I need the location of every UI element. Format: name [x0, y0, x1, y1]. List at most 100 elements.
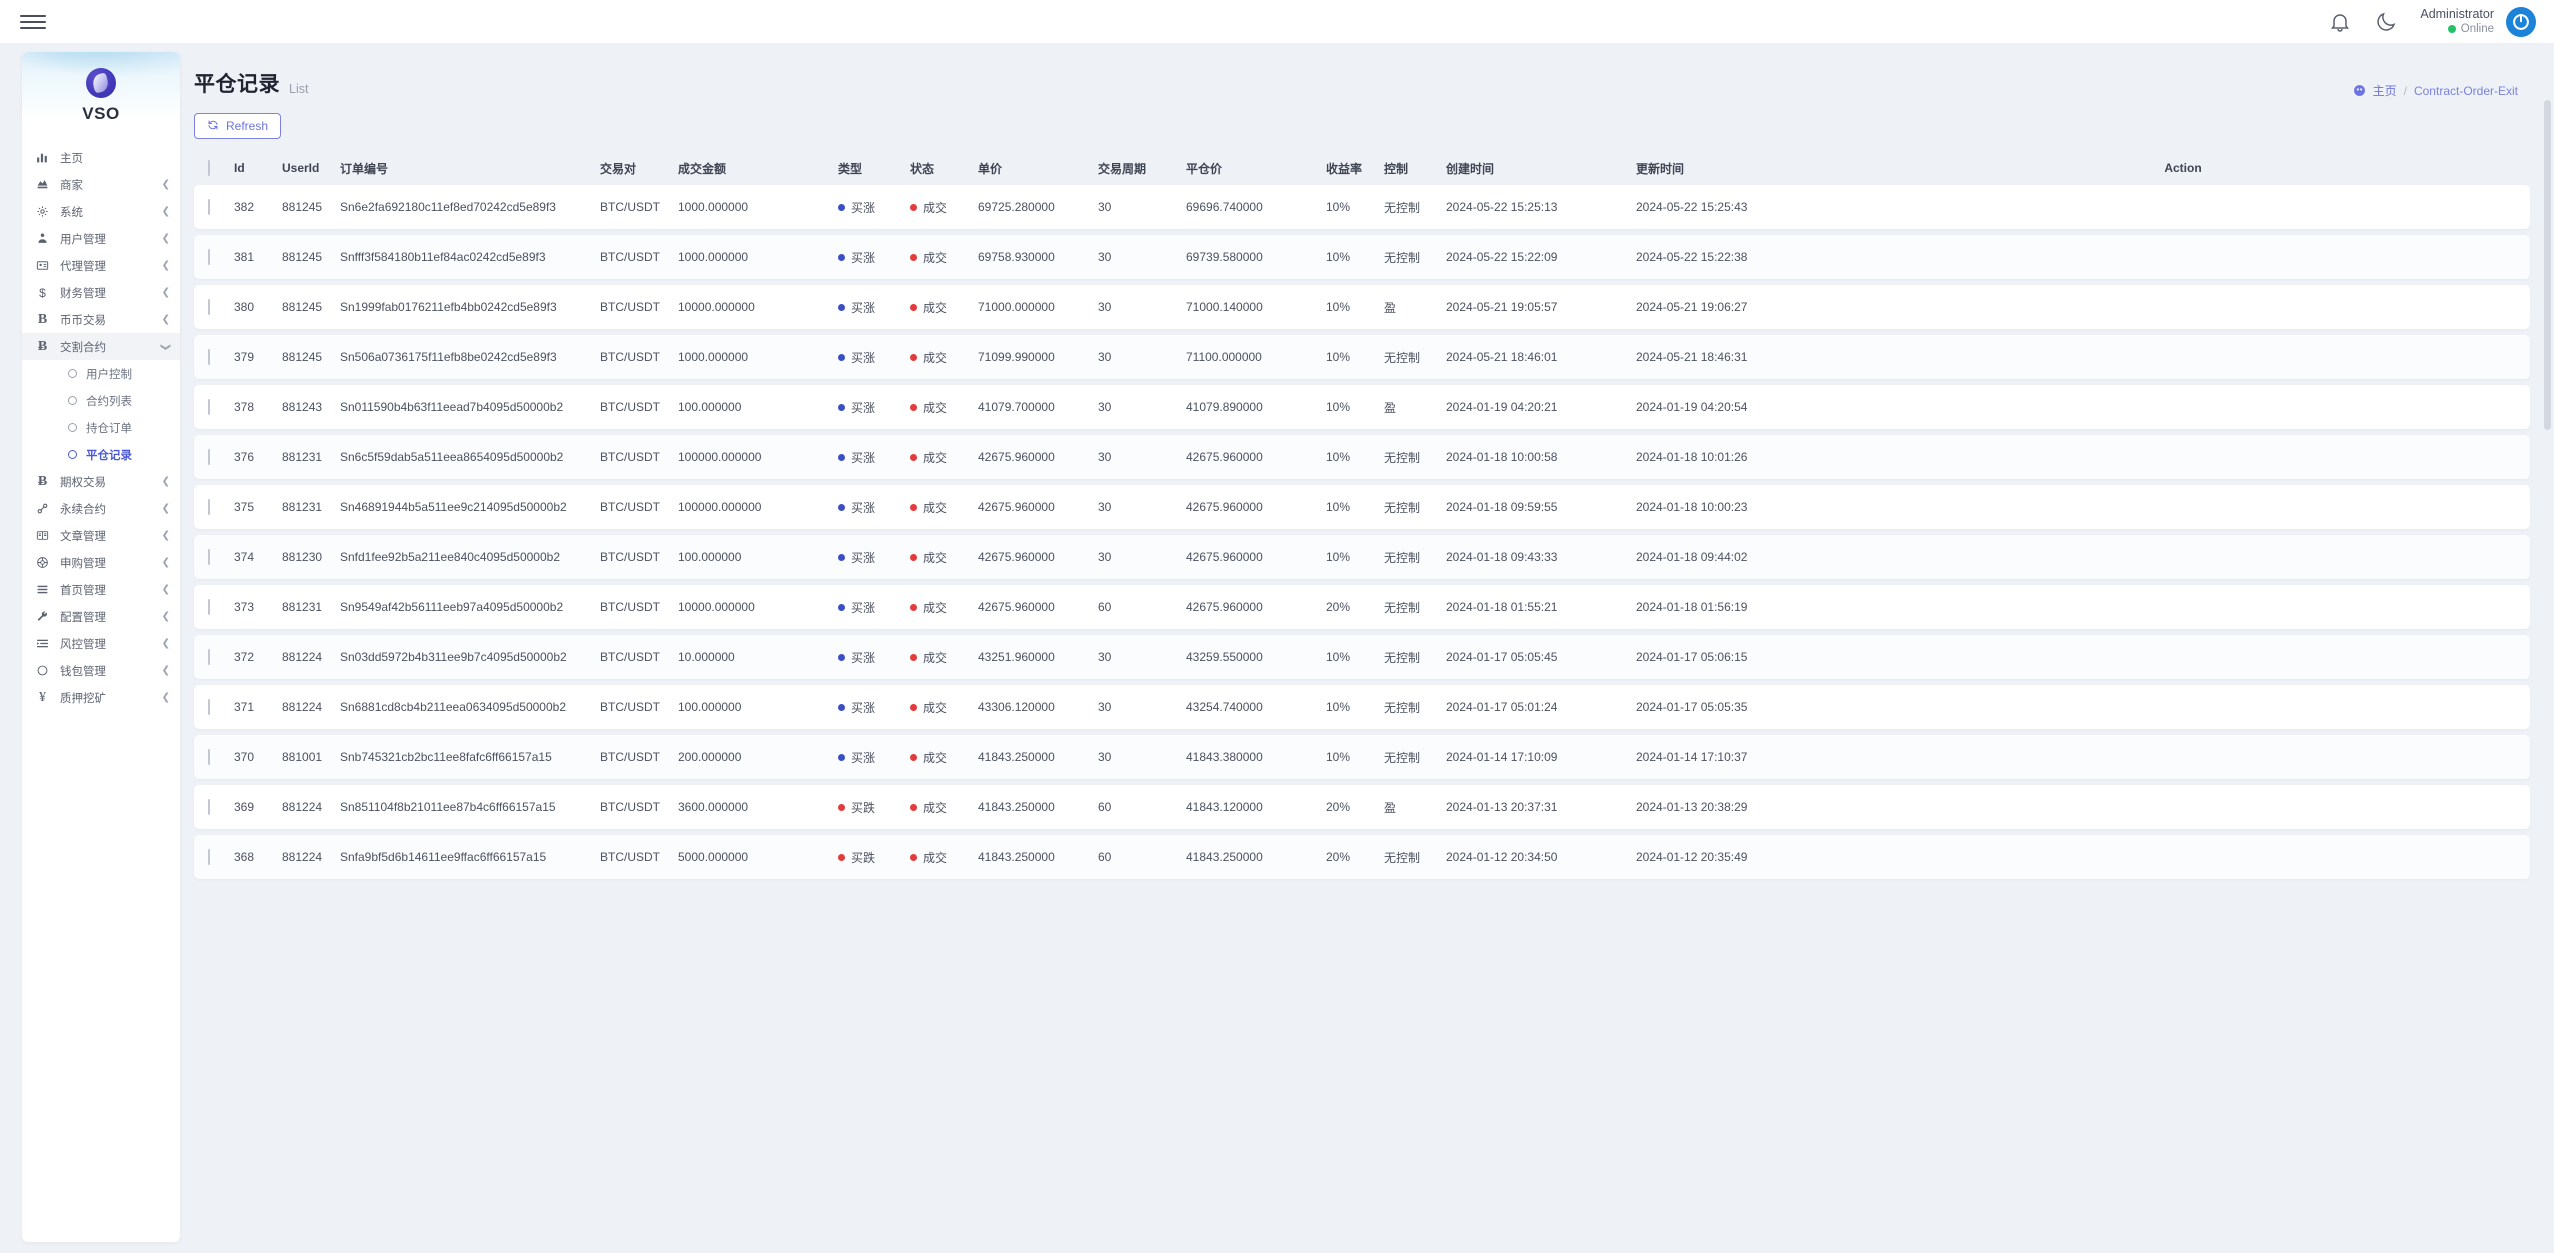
user-status: Online [2420, 22, 2494, 36]
row-checkbox[interactable] [208, 249, 210, 265]
table-row[interactable]: 373 881231 Sn9549af42b56111eeb97a4095d5000… [194, 585, 2530, 629]
row-checkbox[interactable] [208, 799, 210, 815]
table-row[interactable]: 382 881245 Sn6e2fa692180c11ef8ed70242cd5e8… [194, 185, 2530, 229]
type-label: 买涨 [851, 450, 876, 465]
sidebar-subitem-user-control[interactable]: 用户控制 [22, 360, 180, 387]
cell-user-id: 881224 [282, 800, 323, 814]
bell-icon[interactable] [2328, 10, 2352, 34]
type-label: 买涨 [851, 400, 876, 415]
state-dot-icon [910, 553, 917, 561]
moon-icon[interactable] [2374, 10, 2398, 34]
cell-amount: 10000.000000 [678, 300, 755, 314]
sidebar-item-agent-management[interactable]: 代理管理 ❮ [22, 252, 180, 279]
cell-period: 30 [1098, 300, 1112, 314]
row-checkbox[interactable] [208, 549, 210, 565]
cell-updated: 2024-01-12 20:35:49 [1636, 850, 1748, 864]
table-row[interactable]: 379 881245 Sn506a0736175f11efb8be0242cd5e8… [194, 335, 2530, 379]
top-bar: Administrator Online [0, 0, 2554, 44]
row-checkbox[interactable] [208, 599, 210, 615]
row-select-cell [194, 799, 234, 815]
state-label: 成交 [923, 800, 948, 815]
table-row[interactable]: 378 881243 Sn011590b4b63f11eead7b4095d5000… [194, 385, 2530, 429]
cell-control: 盈 [1384, 300, 1397, 315]
sidebar-item-user-management[interactable]: 用户管理 ❮ [22, 225, 180, 252]
row-checkbox[interactable] [208, 749, 210, 765]
breadcrumb-home[interactable]: 主页 [2373, 82, 2397, 99]
table-row[interactable]: 380 881245 Sn1999fab0176211efb4bb0242cd5e8… [194, 285, 2530, 329]
cell-price: 41843.250000 [978, 800, 1055, 814]
cell-order-no: Snfff3f584180b11ef84ac0242cd5e89f3 [340, 250, 546, 264]
cell-rate: 10% [1326, 500, 1351, 514]
sidebar-item-risk-management[interactable]: 风控管理 ❮ [22, 630, 180, 657]
sidebar-item-staking-mining[interactable]: ¥ 质押挖矿 ❮ [22, 684, 180, 711]
sidebar-item-home[interactable]: 主页 [22, 144, 180, 171]
row-checkbox[interactable] [208, 349, 210, 365]
sidebar-item-perpetual-contract[interactable]: 永续合约 ❮ [22, 495, 180, 522]
cell-control: 无控制 [1384, 350, 1421, 365]
row-checkbox[interactable] [208, 199, 210, 215]
state-dot-icon [910, 453, 917, 461]
menu-toggle-icon[interactable] [20, 9, 46, 35]
table-row[interactable]: 369 881224 Sn851104f8b21011ee87b4c6ff66157… [194, 785, 2530, 829]
cell-close-price: 42675.960000 [1186, 550, 1263, 564]
table-row[interactable]: 368 881224 Snfa9bf5d6b14611ee9ffac6ff66157… [194, 835, 2530, 879]
row-checkbox[interactable] [208, 399, 210, 415]
avatar[interactable] [2506, 6, 2536, 37]
sidebar-item-label: 主页 [60, 152, 83, 165]
cell-id: 371 [234, 700, 255, 714]
table-row[interactable]: 376 881231 Sn6c5f59dab5a511eea8654095d5000… [194, 435, 2530, 479]
row-checkbox[interactable] [208, 449, 210, 465]
table-row[interactable]: 372 881224 Sn03dd5972b4b311ee9b7c4095d5000… [194, 635, 2530, 679]
online-dot-icon [2447, 25, 2456, 34]
sidebar-item-config-management[interactable]: 配置管理 ❮ [22, 603, 180, 630]
cell-state: 成交 [910, 399, 978, 416]
row-checkbox[interactable] [208, 649, 210, 665]
sidebar-subitem-position-order[interactable]: 持仓订单 [22, 414, 180, 441]
chevron-left-icon: ❮ [161, 610, 170, 622]
table-row[interactable]: 371 881224 Sn6881cd8cb4b211eea0634095d5000… [194, 685, 2530, 729]
row-checkbox[interactable] [208, 299, 210, 315]
row-checkbox[interactable] [208, 499, 210, 515]
header-updated: 更新时间 [1636, 161, 1685, 176]
header-state: 状态 [910, 161, 935, 176]
cell-type: 买涨 [838, 249, 910, 266]
cell-created: 2024-05-21 18:46:01 [1446, 350, 1558, 364]
cell-period: 60 [1098, 850, 1112, 864]
cell-order-no: Sn03dd5972b4b311ee9b7c4095d50000b2 [340, 650, 567, 664]
user-menu[interactable]: Administrator Online [2420, 6, 2536, 37]
cell-user-id: 881231 [282, 500, 323, 514]
table-row[interactable]: 375 881231 Sn46891944b5a511ee9c214095d5000… [194, 485, 2530, 529]
circle-icon [34, 663, 51, 679]
cell-state: 成交 [910, 849, 978, 866]
table-row[interactable]: 374 881230 Snfd1fee92b5a211ee840c4095d5000… [194, 535, 2530, 579]
cell-created: 2024-01-17 05:01:24 [1446, 700, 1558, 714]
cell-id: 382 [234, 200, 255, 214]
table-row[interactable]: 370 881001 Snb745321cb2bc11ee8fafc6ff66157… [194, 735, 2530, 779]
type-dot-icon [838, 203, 845, 211]
sidebar-item-wallet-management[interactable]: 钱包管理 ❮ [22, 657, 180, 684]
sidebar-item-article-management[interactable]: 文章管理 ❮ [22, 522, 180, 549]
sidebar-item-merchant[interactable]: 商家 ❮ [22, 171, 180, 198]
sidebar-item-system[interactable]: 系统 ❮ [22, 198, 180, 225]
table-row[interactable]: 381 881245 Snfff3f584180b11ef84ac0242cd5e8… [194, 235, 2530, 279]
row-checkbox[interactable] [208, 849, 210, 865]
vertical-scrollbar[interactable] [2544, 100, 2551, 430]
sidebar-item-delivery-contract[interactable]: Ƀ 交割合约 ❮ [22, 333, 180, 360]
cell-updated: 2024-01-19 04:20:54 [1636, 400, 1748, 414]
sidebar-item-homepage-management[interactable]: 首页管理 ❮ [22, 576, 180, 603]
state-label: 成交 [923, 550, 948, 565]
refresh-button[interactable]: Refresh [194, 113, 282, 139]
sidebar-item-coin-trade[interactable]: B 币币交易 ❮ [22, 306, 180, 333]
cell-created: 2024-01-18 09:43:33 [1446, 550, 1558, 564]
sidebar-item-finance-management[interactable]: $ 财务管理 ❮ [22, 279, 180, 306]
select-all-checkbox[interactable] [208, 160, 210, 176]
sidebar-item-option-trade[interactable]: Ƀ 期权交易 ❮ [22, 468, 180, 495]
sidebar-item-subscription-management[interactable]: 申购管理 ❮ [22, 549, 180, 576]
cell-created: 2024-05-21 19:05:57 [1446, 300, 1558, 314]
sidebar-subitem-close-record[interactable]: 平仓记录 [22, 441, 180, 468]
cell-created: 2024-05-22 15:25:13 [1446, 200, 1558, 214]
cell-type: 买跌 [838, 849, 910, 866]
sidebar-subitem-contract-list[interactable]: 合约列表 [22, 387, 180, 414]
user-name: Administrator [2420, 6, 2494, 21]
row-checkbox[interactable] [208, 699, 210, 715]
